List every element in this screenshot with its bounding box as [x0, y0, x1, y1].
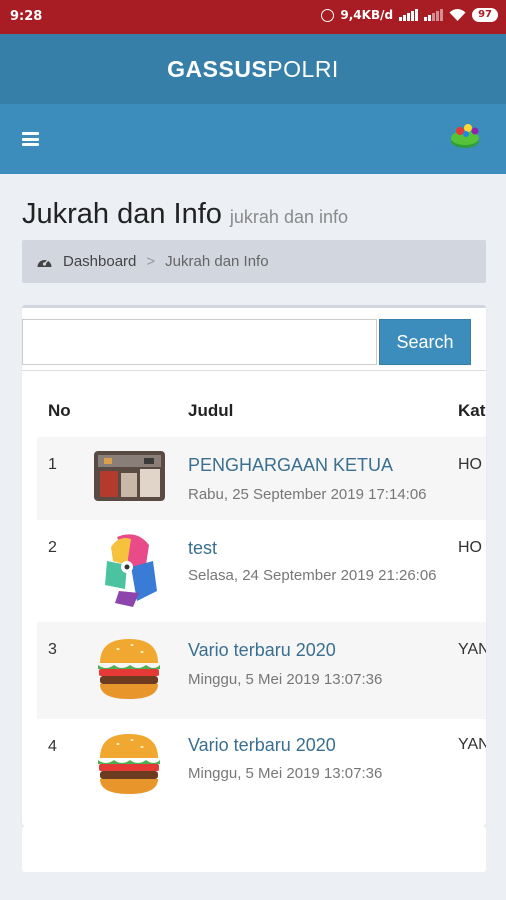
search-button[interactable]: Search: [379, 319, 471, 365]
row-date: Minggu, 5 Mei 2019 13:07:36: [188, 671, 383, 688]
wifi-icon: [449, 8, 466, 21]
alarm-icon: [321, 8, 335, 22]
breadcrumb: Dashboard > Jukrah dan Info: [22, 240, 486, 283]
table-row[interactable]: 4 Vario terbaru 2020 Minggu, 5 Mei 2019 …: [37, 719, 486, 819]
breadcrumb-current: Jukrah dan Info: [165, 253, 269, 270]
colorful-face-illustration-icon[interactable]: [97, 531, 163, 607]
row-number: 2: [48, 539, 57, 556]
row-date: Rabu, 25 September 2019 17:14:06: [188, 486, 427, 503]
row-number: 3: [48, 641, 57, 658]
header-judul: Judul: [188, 401, 234, 420]
user-avatar-icon[interactable]: [448, 117, 484, 153]
app-logo[interactable]: GASSUSPOLRI: [0, 56, 506, 83]
row-title-link[interactable]: Vario terbaru 2020: [188, 735, 336, 756]
row-date: Minggu, 5 Mei 2019 13:07:36: [188, 765, 383, 782]
breadcrumb-dashboard[interactable]: Dashboard: [63, 253, 136, 270]
breadcrumb-separator: >: [146, 253, 156, 270]
burger-illustration-icon[interactable]: [96, 732, 162, 796]
search-input[interactable]: [22, 319, 377, 365]
row-category: HO: [458, 539, 482, 556]
row-date: Selasa, 24 September 2019 21:26:06: [188, 567, 437, 584]
dashboard-icon: [37, 259, 52, 267]
table-row[interactable]: 2 test Selasa, 24 September 2019 21:26:0…: [37, 520, 486, 622]
header-no: No: [48, 401, 71, 420]
signal-icon-2: [424, 9, 444, 21]
row-category: HO: [458, 456, 482, 473]
network-speed: 9,4KB/d: [340, 8, 394, 22]
content-box: Search No Judul Kat 1 PENGHARGAAN KETUA …: [22, 305, 486, 826]
row-number: 1: [48, 456, 57, 473]
status-time: 9:28: [10, 9, 43, 24]
row-title-link[interactable]: test: [188, 538, 217, 559]
status-icons: 9,4KB/d 97: [321, 8, 498, 22]
row-title-link[interactable]: Vario terbaru 2020: [188, 640, 336, 661]
status-bar: 9:28 9,4KB/d 97: [0, 0, 506, 34]
app-header: GASSUSPOLRI: [0, 34, 506, 104]
footer-box: [22, 826, 486, 872]
hamburger-menu-icon[interactable]: [22, 132, 39, 146]
photo-award-thumbnail-icon[interactable]: [94, 451, 165, 501]
battery-icon: 97: [472, 8, 498, 22]
brand-bold: GASSUS: [167, 56, 268, 82]
table-row[interactable]: 3 Vario terbaru 2020 Minggu, 5 Mei 2019 …: [37, 622, 486, 719]
navbar: [0, 104, 506, 174]
signal-icon: [399, 9, 419, 21]
row-number: 4: [48, 738, 57, 755]
row-title-link[interactable]: PENGHARGAAN KETUA: [188, 455, 393, 476]
jukrah-table: No Judul Kat 1 PENGHARGAAN KETUA Rabu, 2…: [22, 370, 486, 826]
content-header: Jukrah dan Info jukrah dan info: [22, 198, 348, 231]
burger-illustration-icon[interactable]: [96, 637, 162, 701]
page-subtitle: jukrah dan info: [229, 207, 349, 227]
table-row[interactable]: 1 PENGHARGAAN KETUA Rabu, 25 September 2…: [37, 437, 486, 520]
header-kategori: Kat: [458, 401, 486, 420]
row-category: YAN: [458, 736, 486, 753]
row-category: YAN: [458, 641, 486, 658]
brand-light: POLRI: [267, 56, 339, 82]
page-title: Jukrah dan Info: [22, 198, 222, 230]
